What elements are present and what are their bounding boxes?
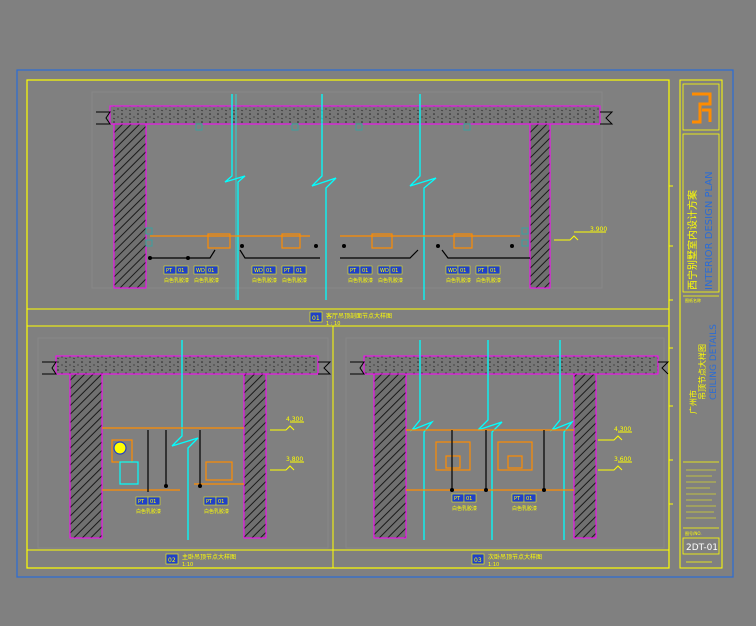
project-name-en: INTERIOR DESIGN PLAN — [704, 171, 715, 290]
tag-code: PT — [284, 268, 291, 274]
material-tag: WD 01 白色乳胶漆 — [251, 265, 277, 284]
wall-left — [69, 373, 103, 539]
detail-01-number: 01 — [312, 315, 320, 322]
material-tags-detail-03: PT 01 白色乳胶漆 PT 01 白色乳胶漆 — [451, 493, 537, 512]
material-tag: PT 01 白色乳胶漆 — [347, 265, 373, 284]
cad-drawing-canvas: 3.900 PT 01白色乳胶漆WD 01白色乳胶漆WD 01白色乳胶漆PT 01白色乳… — [16, 69, 734, 578]
tag-code: PT — [454, 496, 461, 502]
detail-03: 4.300 3.600 — [345, 337, 670, 549]
project-name-cn: 西宁别墅室内设计方案 — [686, 190, 699, 290]
material-tag: PT 01 白色乳胶漆 — [475, 265, 501, 284]
tag-number: 01 — [178, 268, 184, 274]
level-top: 3.900 — [590, 226, 607, 233]
detail-02-scale: 1:10 — [182, 562, 193, 568]
material-tag: WD 01 白色乳胶漆 — [377, 265, 403, 284]
signature-block — [686, 469, 716, 519]
tag-code: PT — [206, 499, 213, 505]
level-02-lower: 3.800 — [286, 456, 303, 463]
detail-01-name: 客厅吊顶剖面节点大样图 — [326, 312, 392, 320]
tag-note: 白色乳胶漆 — [282, 277, 307, 284]
wall-left — [373, 373, 407, 539]
material-tag: PT 01 白色乳胶漆 — [451, 493, 477, 512]
level-mark-02: 4.300 3.800 — [270, 416, 304, 471]
tag-number: 01 — [526, 496, 532, 502]
detail-02-title: 02 主卧吊顶节点大样图 1:10 — [165, 553, 236, 568]
wall-right — [529, 123, 551, 289]
wall-right — [243, 373, 267, 539]
tag-code: WD — [254, 268, 263, 274]
level-03-upper: 4.300 — [614, 426, 631, 433]
drawing-name-label: 图纸名称 — [685, 297, 701, 303]
tag-note: 白色乳胶漆 — [136, 508, 161, 515]
level-mark-01: 3.900 — [554, 226, 607, 241]
tag-note: 白色乳胶漆 — [164, 277, 189, 284]
detail-03-name: 次卧吊顶节点大样图 — [488, 553, 542, 561]
tag-note: 白色乳胶漆 — [194, 277, 219, 284]
detail-03-number: 03 — [474, 557, 482, 564]
detail-03-title: 03 次卧吊顶节点大样图 1:10 — [471, 553, 542, 568]
tag-number: 01 — [208, 268, 214, 274]
drawing-name-en: CEILING DETAILS — [709, 324, 719, 400]
slab — [363, 355, 659, 375]
tag-number: 01 — [392, 268, 398, 274]
tag-note: 白色乳胶漆 — [446, 277, 471, 284]
tag-code: PT — [478, 268, 485, 274]
material-tag: PT 01 白色乳胶漆 — [511, 493, 537, 512]
level-mark-03: 4.300 3.600 — [598, 426, 632, 471]
detail-01-title: 01 客厅吊顶剖面节点大样图 1 : 10 — [309, 311, 392, 327]
tag-code: PT — [350, 268, 357, 274]
slab — [55, 355, 319, 375]
tag-note: 白色乳胶漆 — [452, 505, 477, 512]
material-tag: WD 01 白色乳胶漆 — [445, 265, 471, 284]
tag-number: 01 — [490, 268, 496, 274]
tag-number: 01 — [296, 268, 302, 274]
tag-note: 白色乳胶漆 — [476, 277, 501, 284]
tag-note: 白色乳胶漆 — [252, 277, 277, 284]
material-tags-detail-02: PT 01 白色乳胶漆 PT 01 白色乳胶漆 — [135, 496, 229, 515]
wall-left — [113, 123, 147, 289]
material-tag: PT 01 白色乳胶漆 — [203, 496, 229, 515]
detail-01-scale: 1 : 10 — [326, 321, 340, 327]
tag-code: PT — [514, 496, 521, 502]
title-block: 西宁别墅室内设计方案 INTERIOR DESIGN PLAN 图纸名称 广州市… — [679, 79, 723, 569]
level-03-lower: 3.600 — [614, 456, 631, 463]
tag-note: 白色乳胶漆 — [512, 505, 537, 512]
tag-note: 白色乳胶漆 — [204, 508, 229, 515]
tag-code: WD — [196, 268, 205, 274]
tag-code: PT — [138, 499, 145, 505]
detail-02-name: 主卧吊顶节点大样图 — [182, 553, 236, 561]
drawing-number: 2DT-01 — [686, 543, 718, 553]
material-tags-detail-01: PT 01白色乳胶漆WD 01白色乳胶漆WD 01白色乳胶漆PT 01白色乳胶漆PT 01… — [163, 265, 501, 284]
tag-number: 01 — [460, 268, 466, 274]
tag-number: 01 — [266, 268, 272, 274]
tag-code: PT — [166, 268, 173, 274]
wall-right — [573, 373, 597, 539]
detail-03-scale: 1:10 — [488, 562, 499, 568]
tag-number: 01 — [150, 499, 156, 505]
material-tag: PT 01 白色乳胶漆 — [281, 265, 307, 284]
detail-02-number: 02 — [168, 557, 176, 564]
tag-code: WD — [380, 268, 389, 274]
tag-note: 白色乳胶漆 — [378, 277, 403, 284]
tag-note: 白色乳胶漆 — [348, 277, 373, 284]
tag-code: WD — [448, 268, 457, 274]
company-logo — [692, 92, 712, 124]
slab — [109, 105, 601, 125]
detail-02: 4.300 3.800 — [37, 337, 332, 549]
tag-number: 01 — [362, 268, 368, 274]
tag-number: 01 — [466, 496, 472, 502]
drawing-name-cn: 吊顶节点大样图 — [697, 344, 707, 400]
material-tag: WD 01 白色乳胶漆 — [193, 265, 219, 284]
material-tag: PT 01 白色乳胶漆 — [163, 265, 189, 284]
level-02-upper: 4.300 — [286, 416, 303, 423]
location-cn: 广州市 — [688, 390, 698, 414]
material-tag: PT 01 白色乳胶漆 — [135, 496, 161, 515]
tag-number: 01 — [218, 499, 224, 505]
drawing-no-label: 图号/NO. — [685, 530, 702, 536]
